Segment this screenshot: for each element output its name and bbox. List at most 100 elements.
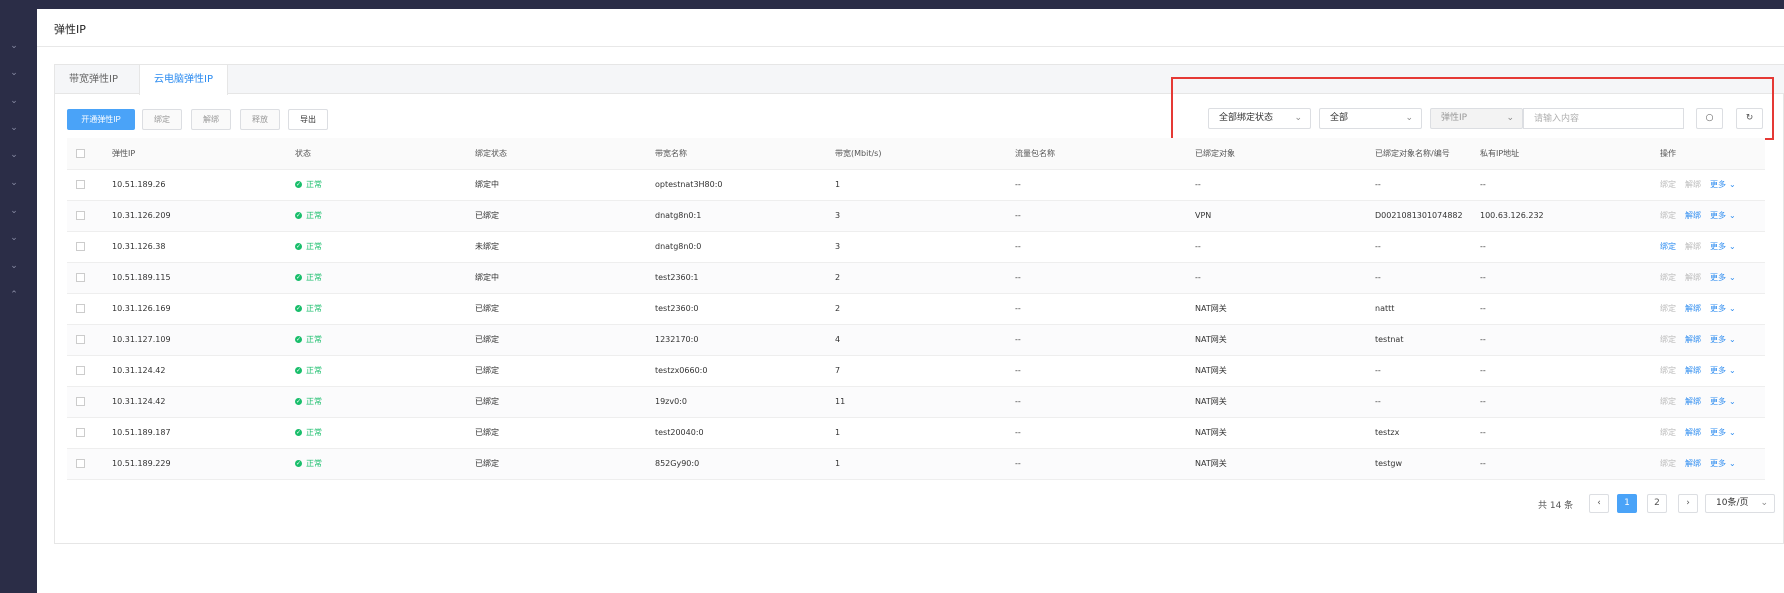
- chevron-down-icon[interactable]: ⌄: [8, 67, 20, 79]
- chevron-down-icon[interactable]: ⌄: [8, 122, 20, 134]
- chevron-down-icon[interactable]: ⌄: [1729, 211, 1736, 220]
- chevron-down-icon[interactable]: ⌄: [1729, 304, 1736, 313]
- row-unbind-link[interactable]: 解绑: [1685, 458, 1701, 469]
- release-button[interactable]: 释放: [240, 109, 280, 130]
- chevron-down-icon[interactable]: ⌄: [1729, 428, 1736, 437]
- page-1-button[interactable]: 1: [1617, 494, 1637, 513]
- chevron-down-icon[interactable]: ⌄: [8, 260, 20, 272]
- row-bind-link[interactable]: 绑定: [1660, 365, 1676, 376]
- cell-bandwidth-name: dnatg8n0:1: [655, 200, 835, 232]
- cell-traffic-package: --: [1015, 448, 1195, 480]
- cell-bound-object-name: D0021081301074882: [1375, 200, 1480, 232]
- row-checkbox[interactable]: [67, 169, 112, 201]
- cell-ip: 10.31.124.42: [112, 386, 295, 418]
- chevron-down-icon[interactable]: ⌄: [1729, 366, 1736, 375]
- chevron-down-icon[interactable]: ⌄: [1729, 180, 1736, 189]
- status-text: 正常: [306, 366, 322, 375]
- row-unbind-link[interactable]: 解绑: [1685, 334, 1701, 345]
- cell-private-ip: --: [1480, 169, 1660, 201]
- row-checkbox[interactable]: [67, 386, 112, 418]
- row-checkbox[interactable]: [67, 355, 112, 387]
- row-more-link[interactable]: 更多: [1710, 334, 1726, 345]
- unbind-button[interactable]: 解绑: [191, 109, 231, 130]
- row-unbind-link[interactable]: 解绑: [1685, 272, 1701, 283]
- prev-page-button[interactable]: ‹: [1589, 494, 1609, 513]
- row-unbind-link[interactable]: 解绑: [1685, 241, 1701, 252]
- row-bind-link[interactable]: 绑定: [1660, 334, 1676, 345]
- row-unbind-link[interactable]: 解绑: [1685, 179, 1701, 190]
- row-more-link[interactable]: 更多: [1710, 303, 1726, 314]
- cell-bandwidth: 7: [835, 355, 1015, 387]
- cell-bandwidth-name: test20040:0: [655, 417, 835, 449]
- chevron-down-icon[interactable]: ⌄: [8, 40, 20, 52]
- chevron-down-icon[interactable]: ⌄: [1729, 459, 1736, 468]
- select-all-checkbox[interactable]: [67, 138, 112, 170]
- chevron-down-icon[interactable]: ⌄: [8, 205, 20, 217]
- row-bind-link[interactable]: 绑定: [1660, 241, 1676, 252]
- row-more-link[interactable]: 更多: [1710, 458, 1726, 469]
- row-unbind-link[interactable]: 解绑: [1685, 396, 1701, 407]
- row-more-link[interactable]: 更多: [1710, 210, 1726, 221]
- tab-cloud-pc-eip[interactable]: 云电脑弹性IP: [139, 65, 228, 95]
- export-button[interactable]: 导出: [288, 109, 328, 130]
- cell-bandwidth: 1: [835, 417, 1015, 449]
- row-checkbox[interactable]: [67, 324, 112, 356]
- row-unbind-link[interactable]: 解绑: [1685, 210, 1701, 221]
- chevron-down-icon[interactable]: ⌄: [1729, 242, 1736, 251]
- cell-bandwidth: 3: [835, 231, 1015, 263]
- page-size-select[interactable]: 10条/页 ⌄: [1705, 494, 1775, 513]
- row-more-link[interactable]: 更多: [1710, 365, 1726, 376]
- open-eip-button[interactable]: 开通弹性IP: [67, 109, 135, 130]
- row-checkbox[interactable]: [67, 448, 112, 480]
- tab-bandwidth-eip[interactable]: 带宽弹性IP: [55, 65, 132, 94]
- row-checkbox[interactable]: [67, 417, 112, 449]
- cell-bind-status: 已绑定: [475, 293, 655, 325]
- cell-bound-object: --: [1195, 262, 1375, 294]
- row-bind-link[interactable]: 绑定: [1660, 458, 1676, 469]
- row-bind-link[interactable]: 绑定: [1660, 303, 1676, 314]
- cell-status: ✓ 正常: [295, 200, 475, 232]
- chevron-down-icon[interactable]: ⌄: [1729, 397, 1736, 406]
- chevron-down-icon[interactable]: ⌄: [1729, 273, 1736, 282]
- row-checkbox[interactable]: [67, 231, 112, 263]
- chevron-down-icon[interactable]: ⌄: [8, 95, 20, 107]
- row-bind-link[interactable]: 绑定: [1660, 210, 1676, 221]
- cell-actions: 绑定 解绑 更多 ⌄: [1660, 231, 1765, 263]
- row-unbind-link[interactable]: 解绑: [1685, 427, 1701, 438]
- col-header: 弹性IP: [112, 138, 295, 170]
- chevron-down-icon[interactable]: ⌄: [8, 177, 20, 189]
- row-bind-link[interactable]: 绑定: [1660, 427, 1676, 438]
- cell-bind-status: 已绑定: [475, 200, 655, 232]
- cell-traffic-package: --: [1015, 355, 1195, 387]
- row-unbind-link[interactable]: 解绑: [1685, 365, 1701, 376]
- page-2-button[interactable]: 2: [1647, 494, 1667, 513]
- row-checkbox[interactable]: [67, 293, 112, 325]
- chevron-down-icon[interactable]: ⌄: [8, 149, 20, 161]
- row-more-link[interactable]: 更多: [1710, 241, 1726, 252]
- chevron-up-icon[interactable]: ⌃: [8, 289, 20, 301]
- row-unbind-link[interactable]: 解绑: [1685, 303, 1701, 314]
- row-bind-link[interactable]: 绑定: [1660, 179, 1676, 190]
- row-more-link[interactable]: 更多: [1710, 179, 1726, 190]
- table-row: 10.31.126.38 ✓ 正常 未绑定 dnatg8n0:0 3 -- -- -- -- 绑定解…: [67, 231, 1765, 263]
- row-more-link[interactable]: 更多: [1710, 272, 1726, 283]
- check-circle-icon: ✓: [295, 274, 302, 281]
- next-page-button[interactable]: ›: [1678, 494, 1698, 513]
- table-row: 10.31.126.209 ✓ 正常 已绑定 dnatg8n0:1 3 -- VPN D0021…: [67, 200, 1765, 232]
- table-row: 10.51.189.26 ✓ 正常 绑定中 optestnat3H80:0 1 -- -- --…: [67, 169, 1765, 201]
- table-row: 10.51.189.187 ✓ 正常 已绑定 test20040:0 1 -- NAT网关 te…: [67, 417, 1765, 449]
- row-more-link[interactable]: 更多: [1710, 427, 1726, 438]
- row-more-link[interactable]: 更多: [1710, 396, 1726, 407]
- cell-bandwidth-name: optestnat3H80:0: [655, 169, 835, 201]
- bind-button[interactable]: 绑定: [142, 109, 182, 130]
- row-checkbox[interactable]: [67, 262, 112, 294]
- row-bind-link[interactable]: 绑定: [1660, 272, 1676, 283]
- cell-bind-status: 未绑定: [475, 231, 655, 263]
- chevron-down-icon[interactable]: ⌄: [8, 232, 20, 244]
- row-checkbox[interactable]: [67, 200, 112, 232]
- cell-ip: 10.51.189.26: [112, 169, 295, 201]
- chevron-down-icon[interactable]: ⌄: [1729, 335, 1736, 344]
- row-bind-link[interactable]: 绑定: [1660, 396, 1676, 407]
- cell-bind-status: 绑定中: [475, 262, 655, 294]
- cell-bandwidth-name: 1232170:0: [655, 324, 835, 356]
